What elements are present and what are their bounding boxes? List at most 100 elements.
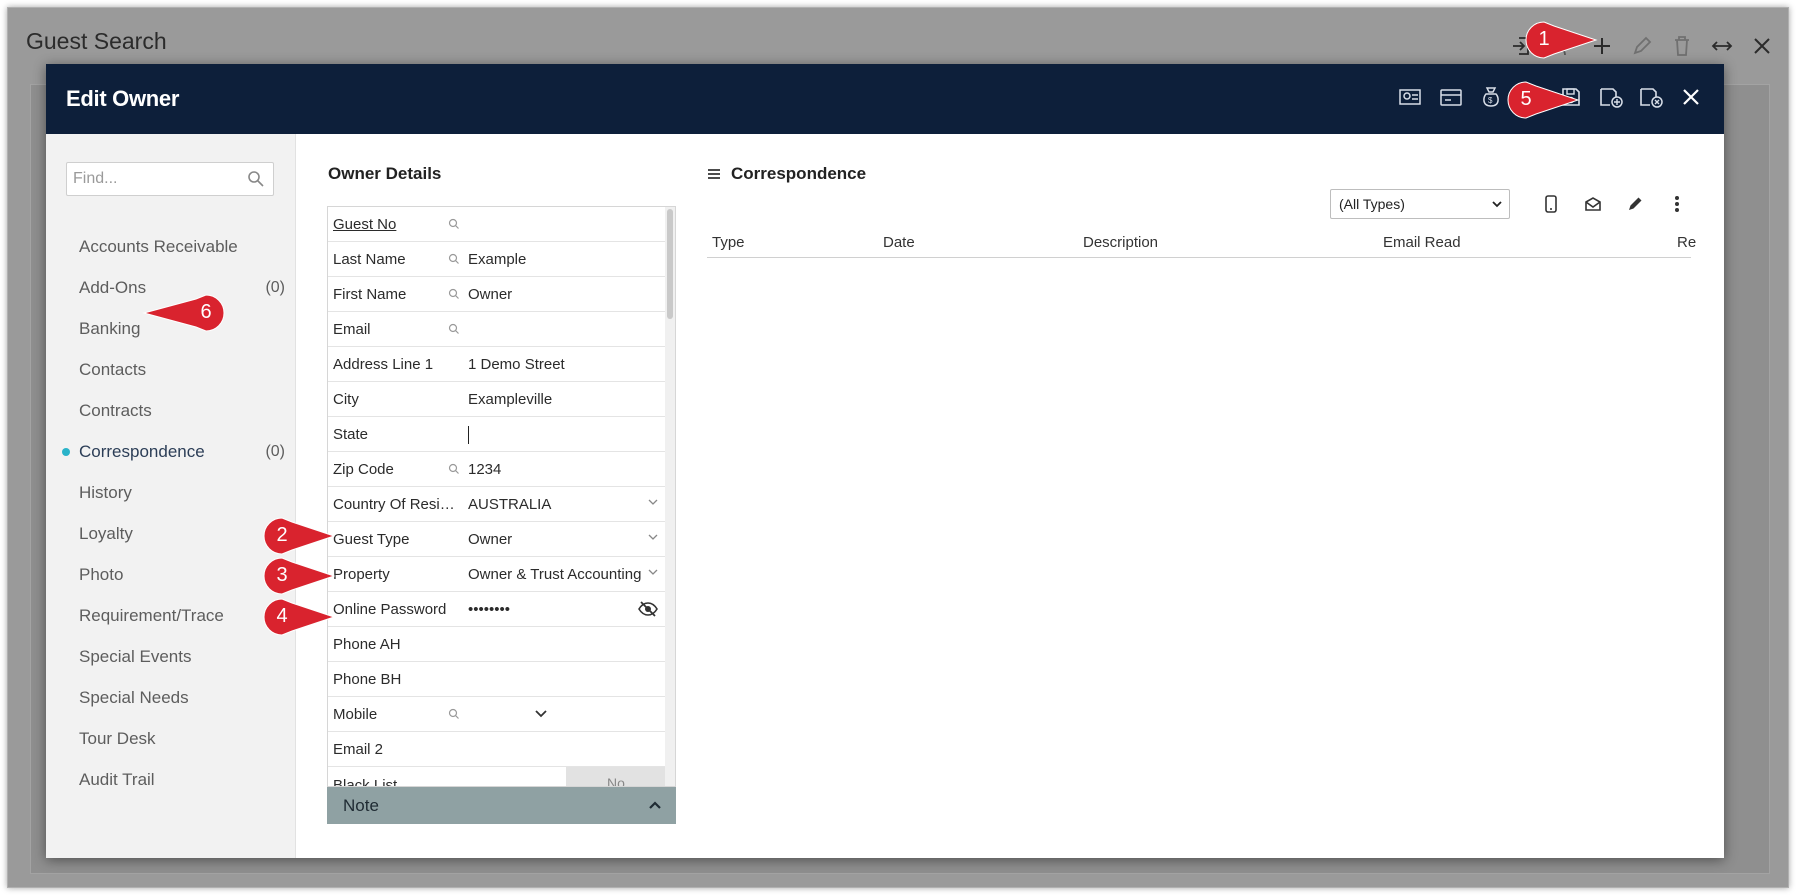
sidebar-search-input[interactable] <box>67 163 237 195</box>
more-vertical-icon[interactable] <box>1662 189 1692 219</box>
sidebar-item-tour-desk[interactable]: Tour Desk <box>46 718 295 759</box>
modal-header: Edit Owner $ <box>46 64 1724 134</box>
resize-icon[interactable] <box>1708 32 1736 60</box>
mobile-icon[interactable] <box>1536 189 1566 219</box>
field-value[interactable]: AUSTRALIA <box>468 496 648 513</box>
type-filter-select[interactable]: (All Types) <box>1330 189 1510 219</box>
sidebar-item-contracts[interactable]: Contracts <box>46 390 295 431</box>
save-close-icon[interactable] <box>1636 82 1666 112</box>
pencil-icon[interactable] <box>1628 32 1656 60</box>
field-mobile[interactable]: Mobile <box>328 697 666 732</box>
search-icon <box>248 171 264 187</box>
callout-3: 3 <box>262 556 354 596</box>
form-scrollbar[interactable] <box>665 207 675 786</box>
trash-icon[interactable] <box>1668 32 1696 60</box>
sidebar-item-label: Accounts Receivable <box>79 236 238 256</box>
note-panel-toggle[interactable]: Note <box>327 787 676 824</box>
sidebar-item-photo[interactable]: Photo <box>46 554 295 595</box>
field-label: Email 2 <box>333 741 384 758</box>
chevron-down-icon[interactable] <box>646 565 660 579</box>
column-header-type[interactable]: Type <box>712 234 745 251</box>
lookup-icon[interactable] <box>448 218 460 230</box>
window-title: Guest Search <box>26 28 167 54</box>
lookup-icon[interactable] <box>448 288 460 300</box>
field-value[interactable]: Owner <box>468 531 648 548</box>
field-city[interactable]: City Exampleville <box>328 382 666 417</box>
sidebar-item-special-events[interactable]: Special Events <box>46 636 295 677</box>
money-bag-icon[interactable]: $ <box>1476 82 1506 112</box>
column-header-date[interactable]: Date <box>883 234 915 251</box>
save-new-icon[interactable] <box>1596 82 1626 112</box>
sidebar-search[interactable] <box>66 162 274 196</box>
sidebar-item-accounts-receivable[interactable]: Accounts Receivable <box>46 226 295 267</box>
field-value[interactable]: Example <box>468 251 648 268</box>
field-address-line-1[interactable]: Address Line 1 1 Demo Street <box>328 347 666 382</box>
field-guest-type[interactable]: Guest Type Owner <box>328 522 666 557</box>
close-icon[interactable] <box>1748 32 1776 60</box>
field-value[interactable]: Owner & Trust Accounting <box>468 566 648 583</box>
sidebar-item-contacts[interactable]: Contacts <box>46 349 295 390</box>
field-label[interactable]: Guest No <box>333 216 463 233</box>
field-phone-bh[interactable]: Phone BH <box>328 662 666 697</box>
column-header-truncated[interactable]: Re <box>1677 234 1696 251</box>
field-zip-code[interactable]: Zip Code 1234 <box>328 452 666 487</box>
field-value[interactable]: 1234 <box>468 461 648 478</box>
field-black-list[interactable]: Black List No <box>328 767 666 786</box>
callout-1: 1 <box>1524 20 1616 60</box>
owner-details-form: Guest No Last Name Example First Name Ow… <box>327 206 676 787</box>
chevron-down-icon[interactable] <box>534 708 548 720</box>
field-value[interactable]: 1 Demo Street <box>468 356 648 373</box>
field-value[interactable]: No <box>566 767 666 786</box>
field-email[interactable]: Email <box>328 312 666 347</box>
scrollbar-thumb[interactable] <box>667 209 673 319</box>
field-value[interactable]: Owner <box>468 286 648 303</box>
menu-icon[interactable] <box>707 168 721 180</box>
lookup-icon[interactable] <box>448 708 460 720</box>
sidebar-item-history[interactable]: History <box>46 472 295 513</box>
field-guest-no[interactable]: Guest No <box>328 207 666 242</box>
field-property[interactable]: Property Owner & Trust Accounting <box>328 557 666 592</box>
eye-slash-icon[interactable] <box>638 600 658 618</box>
field-value[interactable]: •••••••• <box>468 601 648 618</box>
envelope-icon[interactable] <box>1578 189 1608 219</box>
modal-close-icon[interactable] <box>1676 82 1706 112</box>
chevron-down-icon <box>1492 201 1502 208</box>
sidebar-item-label: Banking <box>79 318 141 338</box>
field-email-2[interactable]: Email 2 <box>328 732 666 767</box>
text-cursor <box>468 426 469 444</box>
sidebar-item-audit-trail[interactable]: Audit Trail <box>46 759 295 800</box>
field-first-name[interactable]: First Name Owner <box>328 277 666 312</box>
chevron-up-icon <box>649 801 661 809</box>
field-online-password[interactable]: Online Password •••••••• <box>328 592 666 627</box>
callout-number: 4 <box>276 605 288 627</box>
guest-icon[interactable] <box>1396 82 1426 112</box>
field-label: Email <box>333 321 371 338</box>
card-icon[interactable] <box>1436 82 1466 112</box>
sidebar-item-special-needs[interactable]: Special Needs <box>46 677 295 718</box>
column-header-email-read[interactable]: Email Read <box>1383 234 1461 251</box>
field-label: First Name <box>333 286 407 303</box>
correspondence-header: Correspondence <box>707 164 866 184</box>
owner-details-title: Owner Details <box>328 164 442 183</box>
field-label: Phone BH <box>333 671 402 688</box>
correspondence-table-header: Type Date Description Email Read Re <box>707 224 1696 258</box>
lookup-icon[interactable] <box>448 463 460 475</box>
field-country-of-residence[interactable]: Country Of Reside... AUSTRALIA <box>328 487 666 522</box>
sidebar-item-label: Correspondence <box>79 441 205 461</box>
callout-number: 2 <box>276 524 288 546</box>
column-header-description[interactable]: Description <box>1083 234 1158 251</box>
callout-5: 5 <box>1506 80 1598 120</box>
sidebar-item-requirement-trace[interactable]: Requirement/Trace <box>46 595 295 636</box>
sidebar-item-loyalty[interactable]: Loyalty <box>46 513 295 554</box>
field-state[interactable]: State <box>328 417 666 452</box>
lookup-icon[interactable] <box>448 323 460 335</box>
field-value[interactable]: Exampleville <box>468 391 648 408</box>
chevron-down-icon[interactable] <box>646 495 660 509</box>
pencil-icon[interactable] <box>1620 189 1650 219</box>
sidebar-item-label: History <box>79 482 132 502</box>
lookup-icon[interactable] <box>448 253 460 265</box>
sidebar-item-correspondence[interactable]: Correspondence (0) <box>46 431 295 472</box>
field-last-name[interactable]: Last Name Example <box>328 242 666 277</box>
chevron-down-icon[interactable] <box>646 530 660 544</box>
field-phone-ah[interactable]: Phone AH <box>328 627 666 662</box>
